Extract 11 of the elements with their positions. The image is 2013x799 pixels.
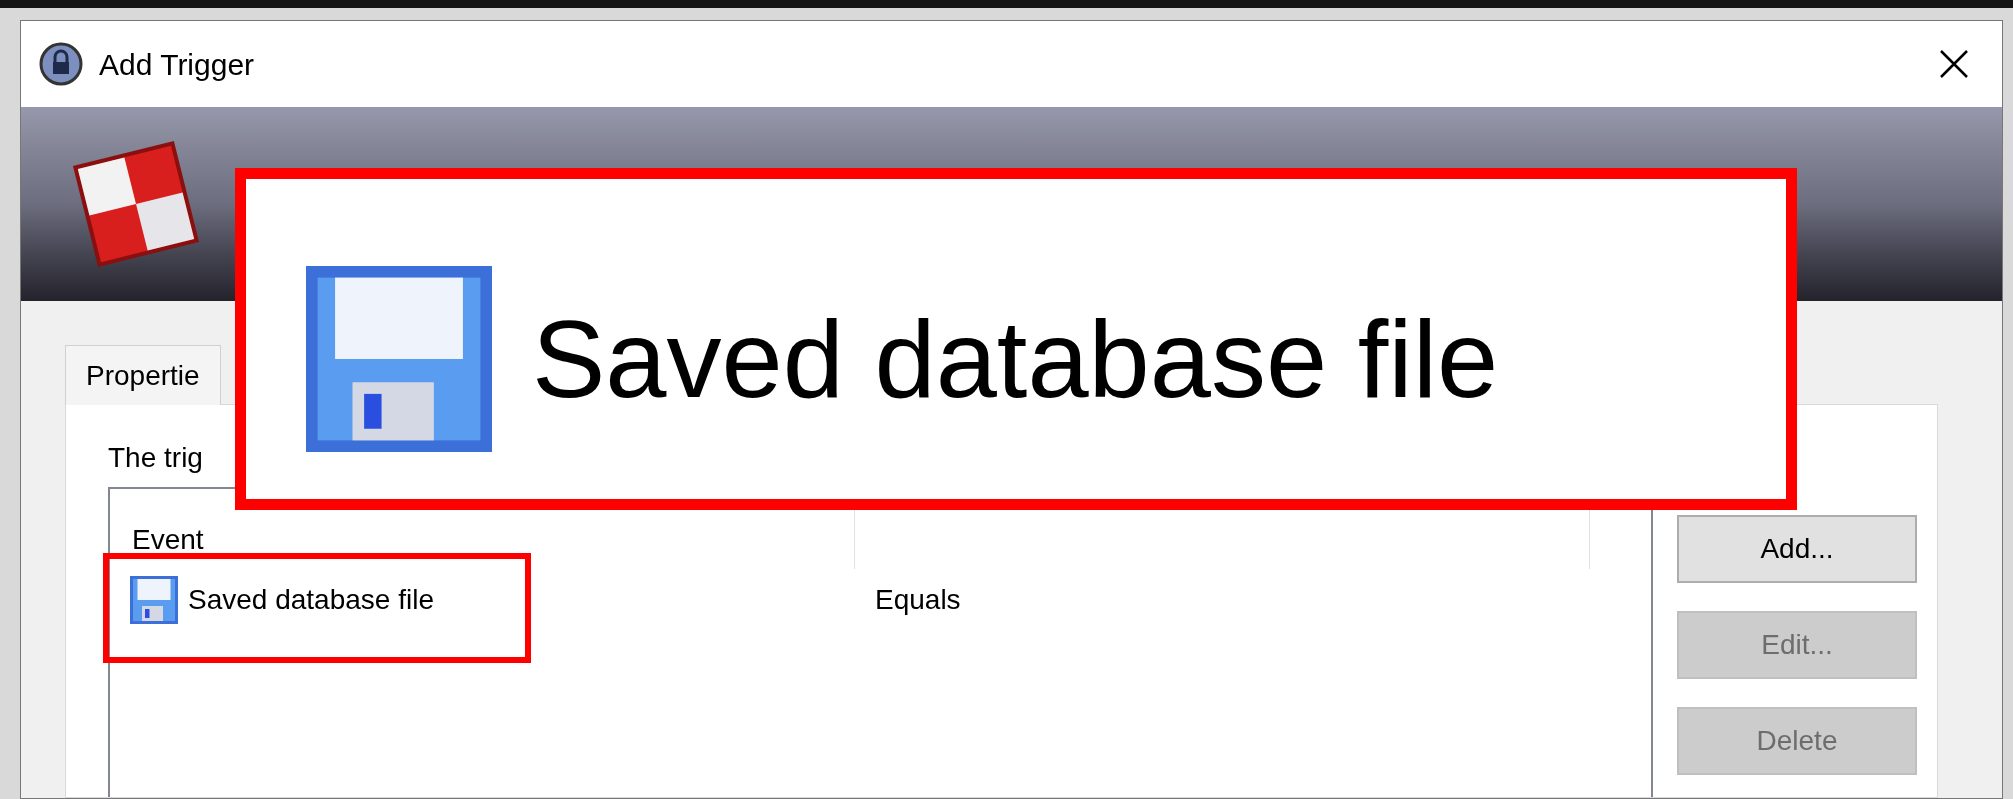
close-icon — [1939, 49, 1969, 79]
intro-text: The trig — [108, 441, 203, 475]
window-title: Add Trigger — [99, 46, 255, 83]
tab[interactable]: Propertie — [65, 345, 221, 405]
event-cell: Saved database file — [110, 576, 875, 624]
column-header[interactable]: Event — [132, 525, 204, 555]
floppy-disk-icon — [130, 576, 178, 624]
condition-cell-text: Equals — [875, 583, 961, 617]
lock-icon — [39, 42, 83, 86]
callout-text: Saved database file — [532, 304, 1499, 414]
action-button[interactable]: Add... — [1677, 515, 1917, 583]
